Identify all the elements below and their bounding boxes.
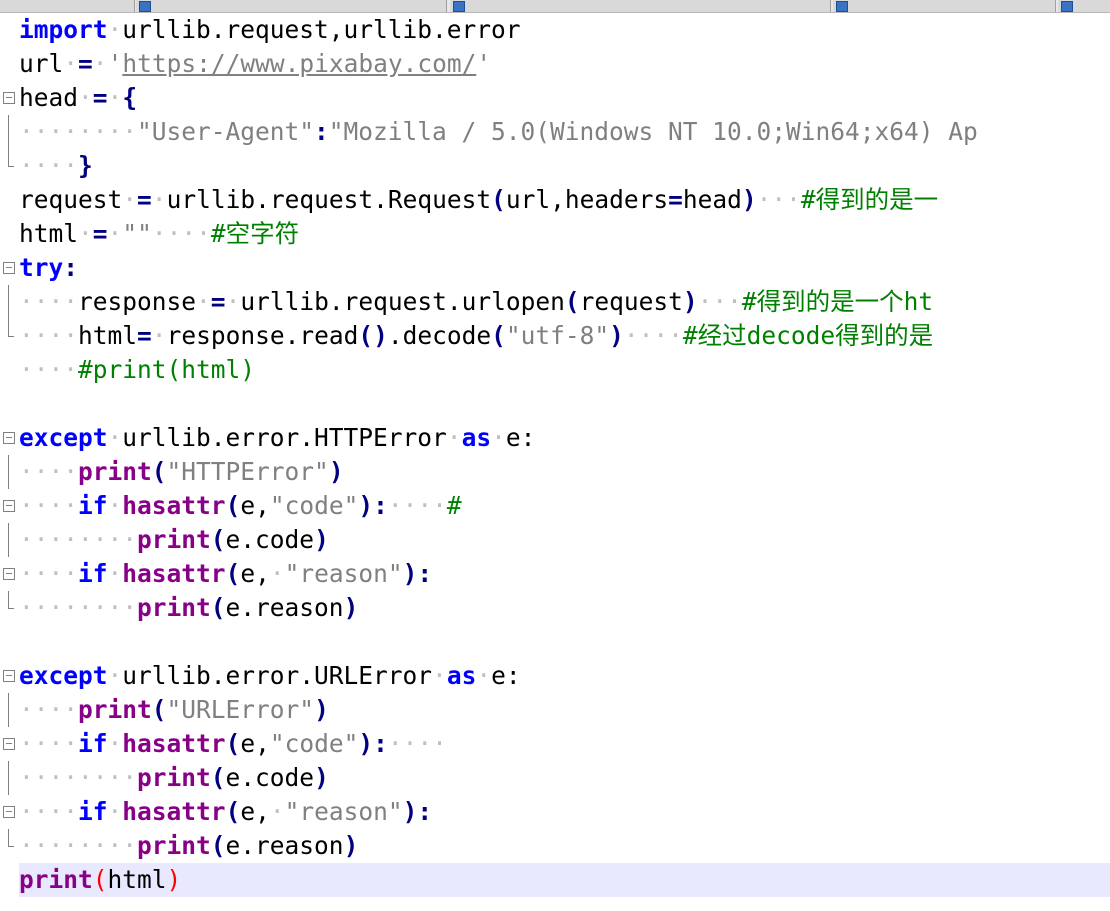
fold-box-icon[interactable] [3, 262, 15, 274]
code-line-8: try: [19, 253, 79, 282]
tab-file-3[interactable] [450, 0, 831, 12]
fold-toggle-if-3[interactable] [0, 727, 19, 761]
code-line-15: ····if·hasattr(e,"code"):····# [19, 491, 462, 520]
code-line-17: ····if·hasattr(e,·"reason"): [19, 559, 433, 588]
code-line-21: ····print("URLError") [19, 695, 329, 724]
fold-toggle-try[interactable] [0, 251, 19, 285]
fold-toggle-head[interactable] [0, 81, 19, 115]
code-line-26-current[interactable]: print(html) [19, 863, 1110, 897]
fold-toggle-if-4[interactable] [0, 795, 19, 829]
tab-file-1[interactable] [0, 0, 135, 12]
code-line-22: ····if·hasattr(e,"code"):···· [19, 729, 447, 758]
code-line-3: head·=·{ [19, 83, 138, 112]
file-icon [453, 1, 465, 12]
fold-box-icon[interactable] [3, 568, 15, 580]
code-line-9: ····response·=·urllib.request.urlopen(re… [19, 287, 934, 316]
code-line-11: ····#print(html) [19, 355, 256, 384]
tab-file-2[interactable] [136, 0, 447, 12]
fold-toggle-if-1[interactable] [0, 489, 19, 523]
code-line-25: ········print(e.reason) [19, 831, 359, 860]
fold-box-icon[interactable] [3, 500, 15, 512]
file-icon [139, 1, 151, 12]
code-line-4: ········"User-Agent":"Mozilla / 5.0(Wind… [19, 117, 978, 146]
code-line-23: ········print(e.code) [19, 763, 329, 792]
code-line-5: ····} [19, 151, 93, 180]
tab-file-5[interactable] [1058, 0, 1110, 12]
code-line-14: ····print("HTTPError") [19, 457, 344, 486]
fold-toggle-except-2[interactable] [0, 659, 19, 693]
fold-box-icon[interactable] [3, 92, 15, 104]
code-editor[interactable]: import·urllib.request,urllib.error url·=… [0, 13, 1110, 911]
fold-margin [0, 13, 19, 911]
code-line-2: url·=·'https://www.pixabay.com/' [19, 49, 492, 78]
fold-box-icon[interactable] [3, 806, 15, 818]
file-icon [1061, 1, 1073, 12]
code-line-16: ········print(e.code) [19, 525, 329, 554]
code-line-24: ····if·hasattr(e,·"reason"): [19, 797, 433, 826]
code-line-18: ········print(e.reason) [19, 593, 359, 622]
fold-box-icon[interactable] [3, 738, 15, 750]
code-line-1: import·urllib.request,urllib.error [19, 15, 521, 44]
code-line-20: except·urllib.error.URLError·as·e: [19, 661, 521, 690]
fold-box-icon[interactable] [3, 670, 15, 682]
code-line-13: except·urllib.error.HTTPError·as·e: [19, 423, 536, 452]
code-line-10: ····html=·response.read().decode("utf-8"… [19, 321, 934, 350]
url-link[interactable]: https://www.pixabay.com/ [122, 49, 476, 78]
code-line-7: html·=·""····#空字符 [19, 219, 300, 248]
fold-toggle-if-2[interactable] [0, 557, 19, 591]
tab-bar [0, 0, 1110, 13]
code-line-6: request·=·urllib.request.Request(url,hea… [19, 185, 939, 214]
code-area[interactable]: import·urllib.request,urllib.error url·=… [19, 13, 1110, 897]
fold-box-icon[interactable] [3, 432, 15, 444]
tab-file-4[interactable] [833, 0, 1056, 12]
fold-toggle-except-1[interactable] [0, 421, 19, 455]
file-icon [836, 1, 848, 12]
